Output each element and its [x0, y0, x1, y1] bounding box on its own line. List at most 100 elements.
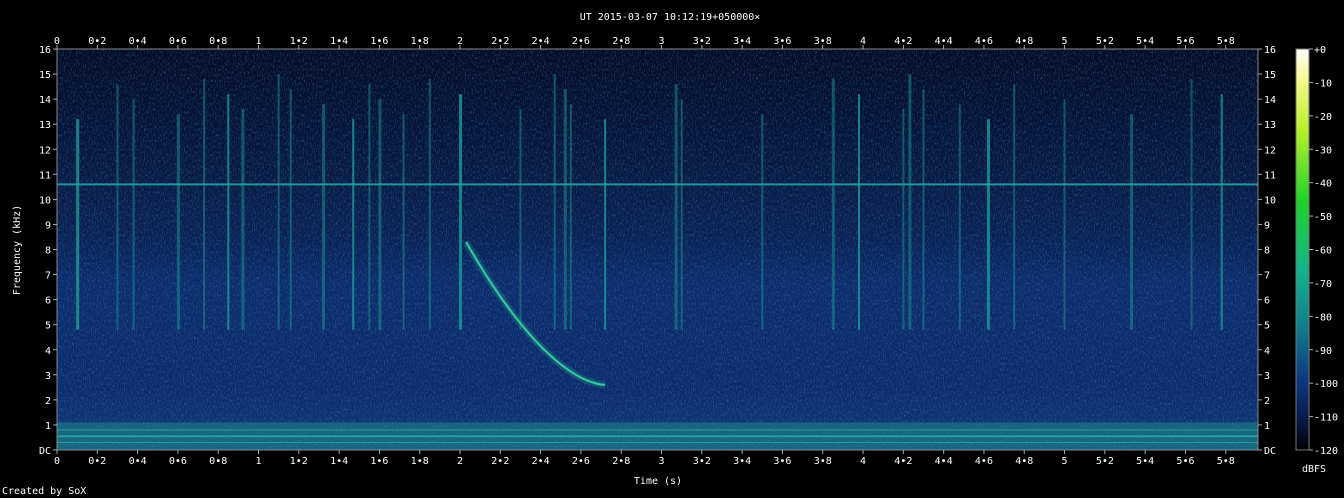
y-tick-label-right: 4 — [1264, 346, 1270, 357]
x-tick-label-bottom: 2•4 — [532, 456, 550, 467]
colorbar-label: dBFS — [1302, 464, 1326, 475]
sferic-line — [352, 119, 355, 330]
x-tick-label-top: 0 — [54, 36, 60, 47]
x-tick-label-top: 4•8 — [1015, 36, 1033, 47]
y-tick-label-left: 9 — [45, 220, 51, 231]
x-tick-label-bottom: 4•2 — [894, 456, 912, 467]
chart-title: UT 2015-03-07 10:12:19+050000× — [580, 12, 761, 23]
x-axis-label: Time (s) — [634, 476, 682, 487]
y-tick-label-right: 8 — [1264, 246, 1270, 257]
y-tick-label-right: 11 — [1264, 170, 1276, 181]
y-tick-label-left: 8 — [45, 246, 51, 257]
sferic-line — [1013, 84, 1016, 330]
sferic-line — [459, 94, 463, 330]
x-tick-label-bottom: 1•8 — [411, 456, 429, 467]
x-tick-label-bottom: 1•6 — [370, 456, 388, 467]
x-tick-label-top: 5•8 — [1217, 36, 1235, 47]
x-tick-label-bottom: 0•6 — [169, 456, 187, 467]
x-tick-label-bottom: 2•6 — [572, 456, 590, 467]
x-tick-label-top: 4•4 — [935, 36, 953, 47]
x-tick-label-top: 3•8 — [814, 36, 832, 47]
x-tick-label-bottom: 4•4 — [935, 456, 953, 467]
y-tick-label-left: 7 — [45, 271, 51, 282]
y-tick-label-right: 12 — [1264, 145, 1276, 156]
x-tick-label-top: 2•8 — [612, 36, 630, 47]
x-tick-label-top: 1•4 — [330, 36, 348, 47]
y-axis-label: Frequency (kHz) — [12, 205, 23, 295]
x-tick-label-top: 0•2 — [88, 36, 106, 47]
x-tick-label-top: 1•6 — [370, 36, 388, 47]
x-tick-label-top: 3 — [659, 36, 665, 47]
x-tick-label-bottom: 3•6 — [773, 456, 791, 467]
sferic-line — [76, 119, 80, 330]
x-tick-label-top: 5•6 — [1176, 36, 1194, 47]
x-tick-label-bottom: 1 — [255, 456, 261, 467]
x-tick-label-bottom: 2•8 — [612, 456, 630, 467]
x-tick-label-top: 2•4 — [532, 36, 550, 47]
x-tick-label-top: 4•6 — [975, 36, 993, 47]
y-tick-label-right: 9 — [1264, 220, 1270, 231]
footer-credit: Created by SoX — [2, 486, 86, 497]
y-tick-label-left: 5 — [45, 321, 51, 332]
sferic-line — [277, 74, 280, 330]
x-tick-label-top: 1 — [255, 36, 261, 47]
x-tick-label-bottom: 5•8 — [1217, 456, 1235, 467]
plot-noise-texture — [57, 49, 1258, 450]
x-tick-label-bottom: 0•8 — [209, 456, 227, 467]
sferic-line — [761, 114, 764, 330]
y-tick-label-left: 3 — [45, 371, 51, 382]
colorbar-tick-label: -110 — [1314, 413, 1338, 424]
x-tick-label-top: 5 — [1062, 36, 1068, 47]
sferic-line — [116, 84, 119, 330]
sferic-line — [289, 89, 292, 330]
y-tick-label-right: 10 — [1264, 195, 1276, 206]
y-tick-label-left: 14 — [39, 95, 51, 106]
sferic-line — [569, 104, 572, 330]
y-tick-label-left: 16 — [39, 45, 51, 56]
y-tick-label-right: 14 — [1264, 95, 1276, 106]
x-tick-label-top: 3•2 — [693, 36, 711, 47]
colorbar-tick-label: -50 — [1314, 212, 1332, 223]
sferic-line — [1063, 99, 1066, 330]
sferic-line — [553, 74, 556, 330]
y-tick-label-right: 6 — [1264, 296, 1270, 307]
sferic-line — [321, 104, 325, 330]
x-tick-label-top: 1•2 — [290, 36, 308, 47]
x-tick-label-bottom: 0•2 — [88, 456, 106, 467]
x-tick-label-bottom: 2•2 — [491, 456, 509, 467]
x-tick-label-bottom: 4•6 — [975, 456, 993, 467]
colorbar-tick-label: -20 — [1314, 112, 1332, 123]
sferic-line — [227, 94, 230, 330]
colorbar-tick-label: -40 — [1314, 179, 1332, 190]
spectrogram-chart: 0 0•2 0•4 0•6 0•8 1 1•2 1•4 1•6 1•8 2 2•2 2•4 2•6 2•8 3… — [2, 12, 1338, 497]
sferic-line — [831, 79, 835, 330]
y-tick-label-right: 13 — [1264, 120, 1276, 131]
x-tick-label-top: 1•8 — [411, 36, 429, 47]
sferic-line — [563, 89, 567, 330]
x-tick-label-bottom: 3•4 — [733, 456, 751, 467]
sferic-line — [986, 119, 990, 330]
y-tick-label-left: 13 — [39, 120, 51, 131]
x-tick-label-bottom: 4 — [860, 456, 866, 467]
x-tick-label-top: 5•4 — [1136, 36, 1154, 47]
plot-area — [56, 48, 1259, 451]
y-tick-label-right: DC — [1264, 446, 1276, 457]
sferic-line — [1190, 79, 1193, 330]
x-tick-label-bottom: 5•2 — [1096, 456, 1114, 467]
x-tick-label-top: 5•2 — [1096, 36, 1114, 47]
x-tick-label-bottom: 5 — [1062, 456, 1068, 467]
x-tick-label-top: 2 — [457, 36, 463, 47]
y-tick-label-right: 7 — [1264, 271, 1270, 282]
x-tick-label-top: 4•2 — [894, 36, 912, 47]
y-tick-label-left: 10 — [39, 195, 51, 206]
x-tick-label-top: 0•8 — [209, 36, 227, 47]
sferic-line — [958, 104, 961, 330]
x-tick-label-top: 3•6 — [773, 36, 791, 47]
sferic-line — [378, 99, 382, 330]
x-tick-label-bottom: 0•4 — [129, 456, 147, 467]
colorbar-tick-label: +0 — [1314, 45, 1326, 56]
colorbar-tick-label: -120 — [1314, 446, 1338, 457]
sferic-line — [902, 109, 905, 330]
sferic-line — [674, 84, 678, 330]
x-tick-label-bottom: 1•2 — [290, 456, 308, 467]
